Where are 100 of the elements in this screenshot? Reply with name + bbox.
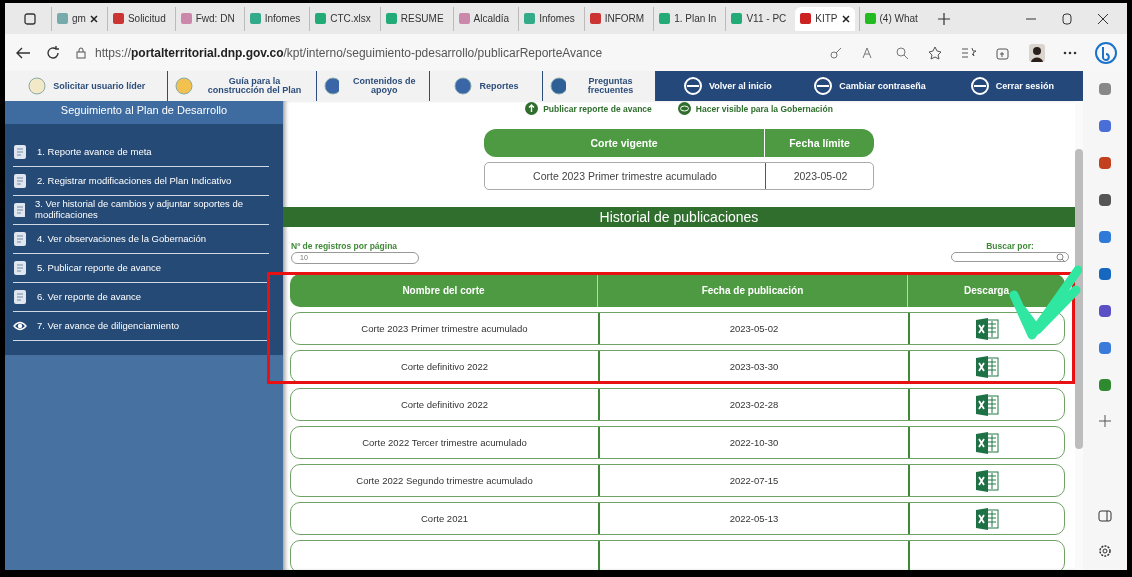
table-cell-text: Corte definitivo 2022	[399, 398, 490, 412]
favicon-icon	[180, 13, 192, 24]
browser-tab[interactable]: Fwd: DN	[174, 6, 240, 31]
favorite-icon[interactable]	[927, 45, 943, 60]
browser-tab[interactable]: Solicitud	[106, 6, 171, 31]
browser-tab[interactable]: V11 - PC	[725, 6, 792, 31]
field-label: Nº de registros por página	[291, 241, 399, 251]
profile-icon[interactable]	[1029, 43, 1045, 62]
browser-tab[interactable]: RESUME	[379, 6, 449, 31]
collections-icon[interactable]	[995, 45, 1011, 60]
spreadsheet-icon[interactable]	[975, 469, 999, 492]
table-cell-text: Corte definitivo 2022	[399, 360, 490, 374]
tab-title: KITP	[815, 13, 838, 24]
sidebar-item[interactable]: 6. Ver reporte de avance	[13, 283, 269, 312]
tab-title: Fwd: DN	[195, 13, 235, 24]
table-cell: 2022-07-15	[598, 465, 908, 496]
table-cell: 2023-05-02	[598, 313, 908, 344]
browser-tab[interactable]: Infomes	[518, 6, 580, 31]
favicon-icon	[864, 13, 876, 24]
sidebar-item[interactable]: 5. Publicar reporte de avance	[13, 254, 269, 283]
nav-button[interactable]: Solicitar usuario líder	[5, 71, 169, 101]
back-icon[interactable]	[15, 45, 31, 60]
browser-tab[interactable]: INFORM	[583, 6, 650, 31]
nav-button[interactable]: Cerrar sesión	[940, 71, 1083, 101]
table-cell-text: Corte 2021	[420, 512, 469, 526]
tab-title: INFORM	[604, 13, 645, 24]
nav-button[interactable]: Contenidos de apoyo	[316, 71, 430, 101]
nav-button[interactable]: Volver al inicio	[656, 71, 799, 101]
upload-icon	[525, 102, 539, 115]
spreadsheet-icon[interactable]	[975, 507, 999, 530]
favorites-icon[interactable]	[961, 45, 977, 60]
favicon-icon	[385, 13, 397, 24]
nav-button[interactable]: Guía para la construcción del Plan	[168, 71, 317, 101]
table-cell: 2023-05-02	[765, 163, 875, 189]
browser-tab[interactable]: KITP	[795, 6, 855, 31]
key-icon[interactable]	[829, 45, 843, 60]
browser-tab[interactable]: 1. Plan In	[653, 6, 722, 31]
refresh-icon[interactable]	[45, 44, 61, 61]
tab-title: (4) What	[879, 13, 918, 24]
tab-actions-icon[interactable]	[23, 11, 37, 26]
browser-tab[interactable]: Alcaldía	[452, 6, 515, 31]
action-link[interactable]: Hacer visible para la Gobernación	[677, 102, 833, 115]
settings-icon[interactable]	[1098, 544, 1112, 558]
column-header: Nombre del corte	[401, 284, 486, 298]
sidebar-title: Seguimiento al Plan de Desarrollo	[5, 101, 283, 124]
spreadsheet-icon[interactable]	[975, 355, 999, 378]
panel-icon[interactable]	[1098, 509, 1112, 523]
table-cell: 2022-10-30	[598, 427, 908, 458]
table-cell-text: Corte 2023 Primer trimestre acumulado	[360, 322, 529, 336]
sidebar-item[interactable]: 1. Reporte avance de meta	[13, 138, 269, 167]
sidebar-item[interactable]: 2. Registrar modificaciones del Plan Indicativo	[13, 167, 269, 196]
favicon-icon	[659, 13, 671, 24]
spreadsheet-icon[interactable]	[975, 393, 999, 416]
browser-tab[interactable]: CTC.xlsx	[309, 6, 376, 31]
tab-title: CTC.xlsx	[330, 13, 371, 24]
tab-title: Alcaldía	[473, 13, 510, 24]
more-icon[interactable]	[1063, 49, 1077, 56]
action-link[interactable]: Publicar reporte de avance	[525, 102, 652, 115]
close-tab-icon[interactable]	[841, 14, 850, 23]
table-cell: 2023-03-30	[598, 351, 908, 382]
tab-title: Infomes	[264, 13, 301, 24]
copilot-icon[interactable]	[1095, 41, 1117, 64]
table-cell-text: Corte 2022 Segundo trimestre acumulado	[355, 474, 534, 488]
favicon-icon	[524, 13, 536, 24]
new-tab-icon[interactable]	[936, 11, 951, 26]
tab-title: Infomes	[539, 13, 575, 24]
sidebar-item[interactable]: 7. Ver avance de diligenciamiento	[13, 312, 269, 341]
tab-title: 1. Plan In	[674, 13, 717, 24]
sidebar-item[interactable]: 4. Ver observaciones de la Gobernación	[13, 225, 269, 254]
table-cell-text: Corte 2022 Tercer trimestre acumulado	[361, 436, 528, 450]
favicon-icon	[112, 13, 124, 24]
table-cell: 2022-05-13	[598, 503, 908, 534]
nav-button[interactable]: Preguntas frecuentes	[543, 71, 657, 101]
table-cell-text: Corte 2023 Primer trimestre acumulado	[532, 169, 718, 184]
close-window-icon[interactable]	[1097, 12, 1109, 25]
favicon-icon	[315, 13, 327, 24]
tab-title: RESUME	[400, 13, 444, 24]
column-header: Fecha de publicación	[597, 274, 907, 307]
tab-title: gm	[72, 13, 86, 24]
table-cell: 2023-02-28	[598, 389, 908, 420]
spreadsheet-icon[interactable]	[975, 431, 999, 454]
restore-icon[interactable]	[1061, 12, 1073, 25]
favicon-icon	[800, 13, 812, 24]
nav-button[interactable]: Reportes	[429, 71, 543, 101]
tab-title: V11 - PC	[746, 13, 787, 24]
favicon-icon	[249, 13, 261, 24]
spreadsheet-icon[interactable]	[975, 317, 999, 340]
browser-tab[interactable]: Infomes	[243, 6, 306, 31]
favicon-icon	[458, 13, 470, 24]
column-header: Fecha límite	[764, 129, 874, 157]
scrollbar-thumb[interactable]	[1075, 149, 1083, 449]
close-tab-icon[interactable]	[89, 14, 98, 23]
column-header: Corte vigente	[589, 136, 659, 151]
favicon-icon	[589, 13, 601, 24]
nav-button[interactable]: Cambiar contraseña	[798, 71, 941, 101]
sidebar-item[interactable]: 3. Ver historial de cambios y adjuntar soportes de modificaciones	[13, 196, 269, 225]
favicon-icon	[57, 13, 68, 24]
browser-tab[interactable]: gm	[51, 6, 103, 31]
zoom-icon[interactable]	[895, 45, 909, 60]
browser-tab[interactable]: (4) What	[858, 6, 923, 31]
